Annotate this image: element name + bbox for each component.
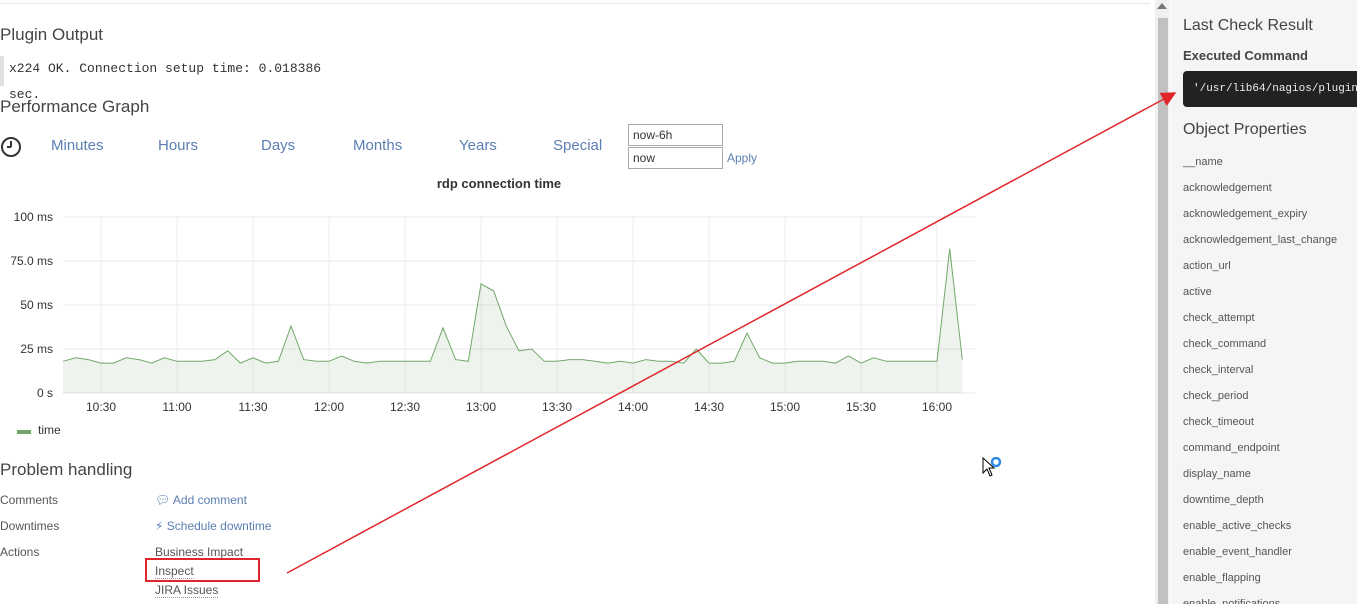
actions-label: Actions — [0, 545, 40, 559]
performance-chart: rdp connection time 0 s 25 ms 50 ms 75.0 ms… — [10, 176, 975, 414]
performance-graph-heading: Performance Graph — [0, 97, 150, 116]
property-name: enable_active_checks — [1183, 520, 1292, 532]
property-name: check_interval — [1183, 364, 1254, 376]
x-tick-label: 13:30 — [542, 400, 572, 414]
y-tick-label: 25 ms — [20, 342, 53, 356]
plugin-output-heading: Plugin Output — [0, 25, 104, 44]
range-special[interactable]: Special — [553, 137, 602, 154]
property-name: acknowledgement_last_change — [1183, 234, 1338, 246]
property-name: enable_notifications — [1183, 598, 1281, 604]
x-tick-label: 15:00 — [770, 400, 800, 414]
problem-handling-heading: Problem handling — [0, 460, 133, 479]
y-tick-label: 100 ms — [14, 210, 53, 224]
property-name: check_period — [1183, 390, 1249, 402]
scroll-up-icon[interactable] — [1157, 3, 1167, 9]
x-tick-label: 11:30 — [238, 400, 267, 414]
comments-label: Comments — [0, 493, 59, 507]
top-divider — [0, 0, 1150, 4]
last-check-result-heading: Last Check Result — [1183, 17, 1313, 34]
range-minutes[interactable]: Minutes — [51, 137, 104, 154]
series-area-time — [63, 248, 963, 393]
property-name: check_command — [1183, 338, 1267, 350]
downtimes-label: Downtimes — [0, 519, 60, 533]
executed-command-code: '/usr/lib64/nagios/plugins — [1183, 71, 1357, 107]
chart-title: rdp connection time — [437, 176, 561, 191]
range-months[interactable]: Months — [353, 137, 402, 154]
right-panel: Last Check Result Executed Command '/usr… — [1171, 0, 1357, 604]
x-tick-label: 10:30 — [86, 400, 116, 414]
property-name: __name — [1183, 156, 1223, 168]
x-tick-label: 11:00 — [162, 400, 191, 414]
add-comment-label: Add comment — [172, 493, 247, 507]
range-to-input[interactable] — [628, 147, 723, 169]
x-tick-label: 12:00 — [314, 400, 344, 414]
y-tick-label: 50 ms — [20, 298, 53, 312]
apply-link[interactable]: Apply — [727, 151, 757, 165]
mouse-cursor-icon — [982, 457, 1002, 477]
legend-label-time: time — [38, 423, 61, 437]
property-name: command_endpoint — [1183, 442, 1280, 454]
property-name: check_timeout — [1183, 416, 1254, 428]
clock-icon — [1, 137, 21, 157]
plug-icon: ⚡︎ — [155, 519, 164, 533]
add-comment-link[interactable]: 💬︎ Add comment — [155, 493, 247, 507]
x-tick-label: 16:00 — [922, 400, 952, 414]
scroll-thumb[interactable] — [1158, 18, 1168, 604]
schedule-downtime-label: Schedule downtime — [166, 519, 272, 533]
plugin-output-text: x224 OK. Connection setup time: 0.018386… — [0, 56, 360, 102]
property-name: enable_event_handler — [1183, 546, 1292, 558]
property-name: display_name — [1183, 468, 1251, 480]
executed-command-label: Executed Command — [1183, 48, 1308, 63]
x-tick-label: 12:30 — [390, 400, 420, 414]
property-name: check_attempt — [1183, 312, 1255, 324]
property-name: active — [1183, 286, 1212, 298]
x-tick-label: 14:00 — [618, 400, 648, 414]
range-from-input[interactable] — [628, 124, 723, 146]
property-name: enable_flapping — [1183, 572, 1261, 584]
x-tick-label: 14:30 — [694, 400, 724, 414]
schedule-downtime-link[interactable]: ⚡︎ Schedule downtime — [155, 519, 272, 533]
action-jira-issues[interactable]: JIRA Issues — [155, 583, 219, 598]
comment-icon: 💬︎ — [155, 493, 171, 507]
range-years[interactable]: Years — [459, 137, 497, 154]
property-name: acknowledgement — [1183, 182, 1272, 194]
property-name: downtime_depth — [1183, 494, 1264, 506]
inspect-highlight-box — [145, 558, 260, 582]
range-hours[interactable]: Hours — [158, 137, 198, 154]
y-tick-label: 75.0 ms — [10, 254, 53, 268]
property-name: acknowledgement_expiry — [1183, 208, 1308, 220]
legend-swatch-time — [17, 430, 31, 434]
object-properties-heading: Object Properties — [1183, 121, 1307, 138]
range-days[interactable]: Days — [261, 137, 295, 154]
property-name: action_url — [1183, 260, 1231, 272]
y-tick-label: 0 s — [37, 386, 53, 400]
x-tick-label: 15:30 — [846, 400, 876, 414]
x-tick-label: 13:00 — [466, 400, 496, 414]
